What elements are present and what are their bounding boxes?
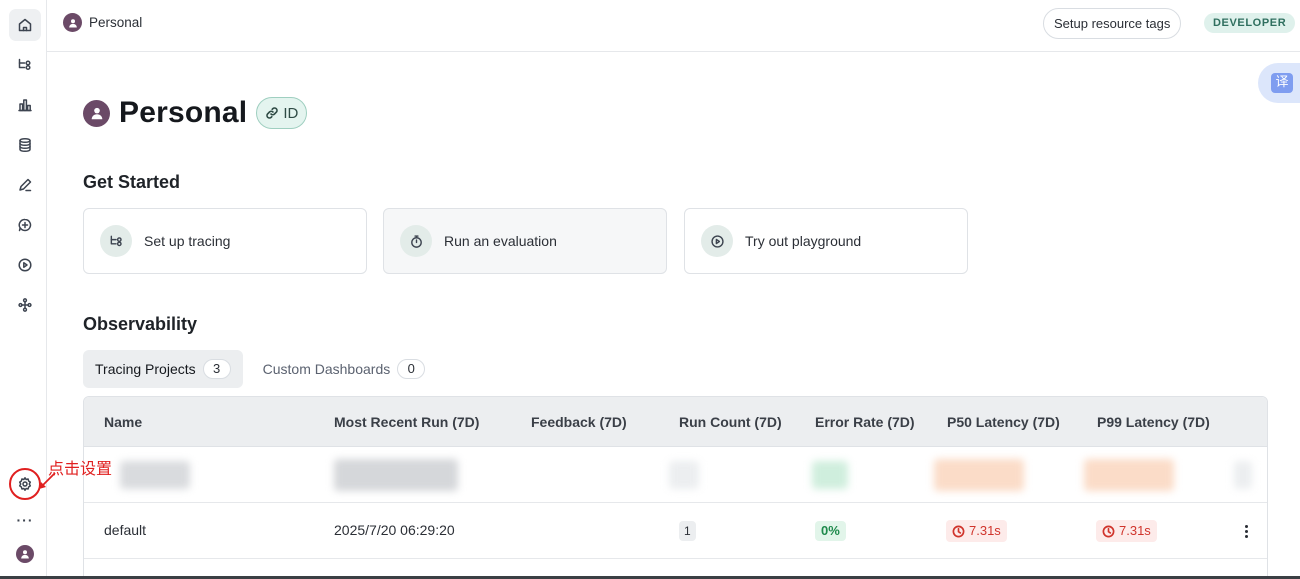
workspace-avatar-icon — [83, 99, 110, 127]
top-bar: Personal Setup resource tags DEVELOPER — [47, 0, 1300, 52]
app-window: ··· Personal Setup resource tags DEVELOP… — [0, 0, 1300, 579]
column-header[interactable]: Most Recent Run (7D) — [334, 414, 479, 430]
table-row[interactable]: default 2025/7/20 06:29:20 1 0% 7.31s 7.… — [84, 503, 1267, 559]
column-header[interactable]: Error Rate (7D) — [815, 414, 915, 430]
breadcrumb[interactable]: Personal — [63, 13, 142, 32]
deployments-icon[interactable] — [9, 289, 41, 321]
run-evaluation-card[interactable]: Run an evaluation — [383, 208, 667, 274]
translate-widget[interactable]: 译 — [1258, 63, 1300, 103]
tracing-projects-table: Name Most Recent Run (7D) Feedback (7D) … — [83, 396, 1268, 579]
playground-icon[interactable] — [9, 249, 41, 281]
column-header[interactable]: P99 Latency (7D) — [1097, 414, 1210, 430]
column-header[interactable]: Run Count (7D) — [679, 414, 782, 430]
prompts-icon[interactable] — [9, 209, 41, 241]
tab-count: 3 — [202, 359, 231, 379]
tab-count: 0 — [397, 359, 426, 379]
setup-resource-tags-button[interactable]: Setup resource tags — [1043, 8, 1182, 39]
tracing-icon — [100, 225, 132, 257]
redacted-name — [120, 461, 190, 489]
redacted-run — [334, 459, 458, 491]
observability-heading: Observability — [83, 314, 198, 334]
breadcrumb-label: Personal — [89, 15, 143, 30]
error-rate-badge: 0% — [815, 521, 846, 541]
page-header: Personal ID — [83, 96, 308, 130]
annotation-icon[interactable] — [9, 169, 41, 201]
redacted-actions — [1234, 461, 1252, 489]
column-header[interactable]: Feedback (7D) — [531, 414, 627, 430]
try-playground-card[interactable]: Try out playground — [684, 208, 968, 274]
table-row-redacted[interactable] — [84, 447, 1267, 503]
p50-latency-badge: 7.31s — [946, 520, 1007, 542]
column-header[interactable]: Name — [104, 414, 142, 430]
redacted-p99 — [1084, 459, 1174, 491]
annotation-label: 点击设置 — [48, 459, 113, 478]
more-icon[interactable]: ··· — [9, 504, 41, 536]
link-icon — [266, 107, 279, 119]
get-started-heading: Get Started — [83, 172, 181, 192]
home-icon[interactable] — [9, 9, 41, 41]
play-circle-icon — [701, 225, 733, 257]
copy-id-button[interactable]: ID — [256, 97, 308, 129]
clock-icon — [952, 525, 965, 537]
table-header: Name Most Recent Run (7D) Feedback (7D) … — [84, 397, 1267, 447]
column-header[interactable]: P50 Latency (7D) — [947, 414, 1060, 430]
clock-icon — [1102, 525, 1115, 537]
stopwatch-icon — [400, 225, 432, 257]
tab-tracing-projects[interactable]: Tracing Projects 3 — [83, 350, 243, 388]
card-label: Run an evaluation — [444, 233, 557, 249]
datasets-icon[interactable] — [9, 129, 41, 161]
workspace-avatar-icon — [63, 13, 82, 32]
redacted-error-rate — [812, 461, 848, 489]
page-title: Personal — [119, 96, 248, 129]
card-label: Try out playground — [745, 233, 862, 249]
row-actions-menu-icon[interactable] — [1241, 521, 1251, 541]
translate-icon: 译 — [1271, 73, 1293, 93]
redacted-p50 — [934, 459, 1024, 491]
tab-label: Custom Dashboards — [262, 361, 391, 377]
redacted-count — [669, 461, 699, 489]
tab-label: Tracing Projects — [95, 361, 196, 377]
setup-tracing-card[interactable]: Set up tracing — [83, 208, 367, 274]
user-avatar[interactable] — [16, 545, 34, 563]
p99-latency-badge: 7.31s — [1096, 520, 1157, 542]
plan-badge: DEVELOPER — [1204, 13, 1296, 33]
tab-custom-dashboards[interactable]: Custom Dashboards 0 — [251, 350, 438, 388]
card-label: Set up tracing — [144, 233, 231, 249]
run-count-badge: 1 — [679, 521, 696, 541]
observability-tabs: Tracing Projects 3 Custom Dashboards 0 — [83, 350, 437, 388]
id-chip-label: ID — [283, 104, 299, 122]
most-recent-run: 2025/7/20 06:29:20 — [334, 522, 455, 538]
tracing-icon[interactable] — [9, 49, 41, 81]
monitoring-icon[interactable] — [9, 89, 41, 121]
project-name[interactable]: default — [104, 522, 146, 538]
